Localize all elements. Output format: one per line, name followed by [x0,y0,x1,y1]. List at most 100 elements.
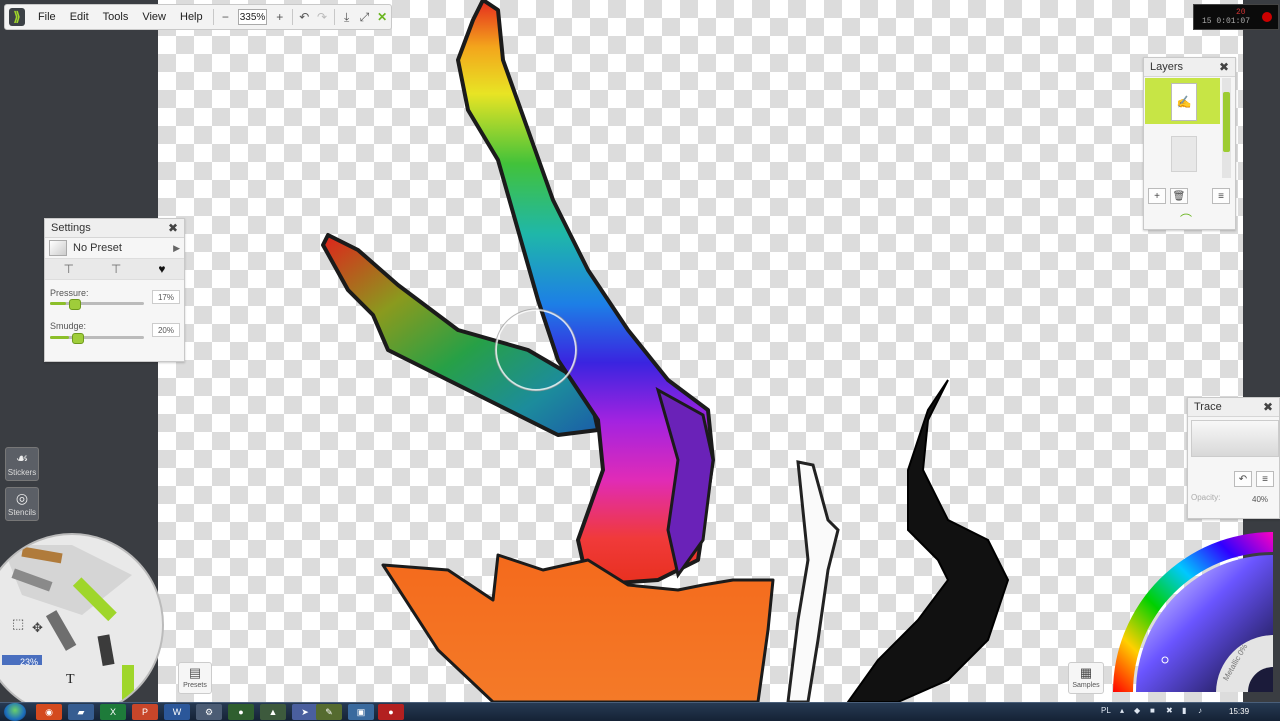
pressure-value[interactable]: 17% [152,290,180,304]
add-layer-button[interactable]: + [1148,188,1166,204]
selection-tool-icon[interactable]: ⬚ [12,616,24,632]
start-button-icon[interactable] [4,703,26,721]
tool-size-percent: 23% [20,657,39,667]
layers-title: Layers [1150,61,1184,73]
chevron-right-icon: ▶ [173,242,180,253]
stickers-label: Stickers [7,468,37,477]
stencils-label: Stencils [7,508,36,517]
samples-button[interactable]: ▦ Samples [1068,662,1104,694]
stencils-button[interactable]: ◎ Stencils [5,487,39,521]
menu-file[interactable]: File [31,11,63,23]
pressure-slider[interactable] [50,299,144,310]
zoom-in-icon[interactable]: + [271,10,289,24]
transform-tool-icon[interactable]: ✥ [32,620,43,636]
smudge-slider[interactable] [50,333,144,344]
samples-grid-icon: ▦ [1079,665,1093,680]
transform-icon[interactable]: ✕ [373,10,391,24]
brush-tip-heart-icon[interactable]: ♥ [158,262,165,276]
settings-panel: Settings ✖ No Preset ▶ ⊤ ⊤ ♥ Pressure: 1… [44,218,185,362]
app-taskbar-icon[interactable]: ➤ [292,704,318,720]
language-indicator[interactable]: PL [1101,706,1111,715]
layers-scroll-knob[interactable] [1223,92,1230,152]
brush-tip-wide-icon[interactable]: ⊤ [111,262,121,276]
color-picker[interactable]: Metallic 0% [1108,528,1280,702]
windows-taskbar: ◉ ▰ X P W ⚙ ● ▲ ➤ ✎ ▣ ● PL ▴ ◆ ■ ✖ ▮ ♪ 1… [0,702,1280,721]
tray-app-icon[interactable]: ■ [1150,706,1155,715]
trace-opacity-value[interactable]: 40% [1252,495,1268,504]
presets-label: Presets [183,682,207,689]
samples-label: Samples [1072,682,1100,689]
menu-divider [291,9,293,25]
menu-help[interactable]: Help [173,11,210,23]
trace-menu-icon[interactable]: ≡ [1256,471,1274,487]
smudge-value[interactable]: 20% [152,323,180,337]
trace-title: Trace [1194,401,1222,413]
fullscreen-icon[interactable]: ⤢ [356,10,374,25]
firefox-taskbar-icon[interactable]: ◉ [36,704,62,720]
explorer-taskbar-icon[interactable]: ▰ [68,704,94,720]
pressure-slider-fill [50,302,66,305]
pressure-slider-knob[interactable] [68,299,81,310]
undo-icon[interactable]: ↶ [295,10,313,24]
menu-view[interactable]: View [135,11,173,23]
tool-wheel-graphic [2,545,134,705]
layers-scrollbar[interactable] [1222,78,1231,178]
app-taskbar-icon[interactable]: ● [228,704,254,720]
trace-reset-icon[interactable]: ↶ [1234,471,1252,487]
stickers-button[interactable]: ☙ Stickers [5,447,39,481]
trace-image-preview[interactable] [1191,420,1279,457]
menu-divider [212,9,214,25]
panel-grip-icon[interactable]: ⌒ [1180,211,1192,228]
brush-tip-flat-icon[interactable]: ⊤ [63,262,73,276]
settings-title: Settings [51,222,91,234]
delete-layer-icon[interactable]: 🗑 [1170,188,1188,204]
close-icon[interactable]: ✖ [1263,400,1273,414]
tray-app-icon[interactable]: ✖ [1166,706,1173,715]
preset-name: No Preset [73,242,122,254]
smudge-slider-knob[interactable] [71,333,84,344]
volume-icon[interactable]: ♪ [1198,706,1202,715]
menu-bar: ⟫ File Edit Tools View Help − 335% + ↶ ↷… [4,4,392,30]
screen-recorder-widget: 20 15 0:01:07 [1193,4,1279,30]
app-logo-icon[interactable]: ⟫ [9,8,25,26]
stencil-icon: ◎ [15,490,29,506]
smudge-slider-fill [50,336,69,339]
layer-item-background[interactable] [1145,128,1220,174]
layers-panel: Layers ✖ ✍ + 🗑 ≡ ⌒ [1143,57,1236,230]
app-taskbar-icon[interactable]: ▲ [260,704,286,720]
layer-item-active[interactable]: ✍ [1145,78,1220,124]
brush-tip-selector: ⊤ ⊤ ♥ [45,259,184,280]
record-icon[interactable] [1262,12,1272,22]
menu-divider [333,9,335,25]
pressure-label: Pressure: [50,288,89,298]
presets-icon: ▤ [188,665,202,680]
word-taskbar-icon[interactable]: W [164,704,190,720]
artrage-taskbar-icon[interactable]: ✎ [316,704,342,720]
tray-expand-icon[interactable]: ▴ [1120,706,1124,715]
zoom-out-icon[interactable]: − [217,10,235,24]
text-tool-icon[interactable]: T [66,672,75,688]
menu-tools[interactable]: Tools [96,11,136,23]
settings-panel-header[interactable]: Settings ✖ [45,219,184,238]
steam-taskbar-icon[interactable]: ⚙ [196,704,222,720]
app-taskbar-icon[interactable]: ▣ [348,704,374,720]
import-icon[interactable]: ⤓ [338,10,356,25]
close-icon[interactable]: ✖ [168,221,178,235]
layers-panel-header[interactable]: Layers ✖ [1144,58,1235,77]
trace-panel-header[interactable]: Trace ✖ [1188,398,1279,417]
network-icon[interactable]: ▮ [1182,706,1186,715]
tray-app-icon[interactable]: ◆ [1134,706,1140,715]
powerpoint-taskbar-icon[interactable]: P [132,704,158,720]
redo-icon[interactable]: ↷ [313,10,331,24]
taskbar-clock[interactable]: 15:39 [1229,707,1249,716]
preset-selector[interactable]: No Preset ▶ [45,238,184,259]
excel-taskbar-icon[interactable]: X [100,704,126,720]
presets-button[interactable]: ▤ Presets [178,662,212,694]
recorder-taskbar-icon[interactable]: ● [378,704,404,720]
layer-menu-icon[interactable]: ≡ [1212,188,1230,204]
close-icon[interactable]: ✖ [1219,60,1229,74]
menu-edit[interactable]: Edit [63,11,96,23]
zoom-level[interactable]: 335% [238,9,267,25]
drawing-canvas[interactable] [158,0,1243,702]
layer-thumbnail [1171,136,1197,172]
